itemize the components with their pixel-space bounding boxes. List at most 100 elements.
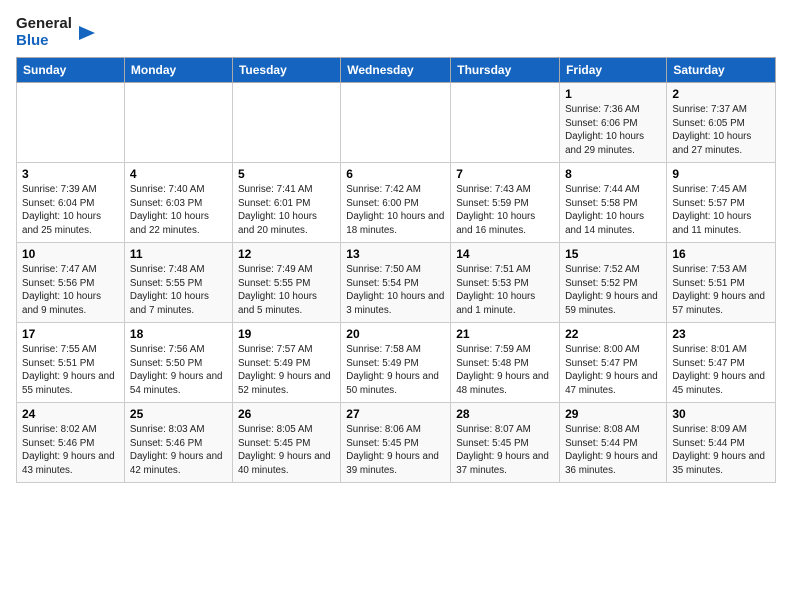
- header-monday: Monday: [124, 58, 232, 83]
- day-number: 14: [456, 247, 554, 261]
- calendar-cell: 4 Sunrise: 7:40 AMSunset: 6:03 PMDaylight…: [124, 163, 232, 243]
- header-saturday: Saturday: [667, 58, 776, 83]
- calendar-cell: [341, 83, 451, 163]
- calendar-cell: [17, 83, 125, 163]
- calendar-cell: 15 Sunrise: 7:52 AMSunset: 5:52 PMDayligh…: [560, 243, 667, 323]
- day-info: Sunrise: 7:59 AMSunset: 5:48 PMDaylight:…: [456, 343, 554, 398]
- day-info: Sunrise: 7:52 AMSunset: 5:52 PMDaylight:…: [565, 263, 661, 318]
- logo-general: General: [16, 16, 72, 33]
- day-info: Sunrise: 7:58 AMSunset: 5:49 PMDaylight:…: [346, 343, 445, 398]
- calendar-table: SundayMondayTuesdayWednesdayThursdayFrid…: [16, 57, 776, 483]
- logo: General Blue: [16, 16, 97, 49]
- day-info: Sunrise: 7:37 AMSunset: 6:05 PMDaylight:…: [672, 103, 770, 158]
- day-info: Sunrise: 8:02 AMSunset: 5:46 PMDaylight:…: [22, 423, 119, 478]
- day-info: Sunrise: 7:44 AMSunset: 5:58 PMDaylight:…: [565, 183, 661, 238]
- day-number: 16: [672, 247, 770, 261]
- day-info: Sunrise: 7:40 AMSunset: 6:03 PMDaylight:…: [130, 183, 227, 238]
- calendar-cell: 27 Sunrise: 8:06 AMSunset: 5:45 PMDayligh…: [341, 403, 451, 483]
- calendar-cell: 16 Sunrise: 7:53 AMSunset: 5:51 PMDayligh…: [667, 243, 776, 323]
- day-info: Sunrise: 8:09 AMSunset: 5:44 PMDaylight:…: [672, 423, 770, 478]
- calendar-week-2: 3 Sunrise: 7:39 AMSunset: 6:04 PMDaylight…: [17, 163, 776, 243]
- day-number: 25: [130, 407, 227, 421]
- day-number: 6: [346, 167, 445, 181]
- calendar-cell: 3 Sunrise: 7:39 AMSunset: 6:04 PMDaylight…: [17, 163, 125, 243]
- day-info: Sunrise: 7:43 AMSunset: 5:59 PMDaylight:…: [456, 183, 554, 238]
- calendar-week-5: 24 Sunrise: 8:02 AMSunset: 5:46 PMDayligh…: [17, 403, 776, 483]
- day-info: Sunrise: 8:07 AMSunset: 5:45 PMDaylight:…: [456, 423, 554, 478]
- logo-container: General Blue: [16, 16, 97, 49]
- day-number: 30: [672, 407, 770, 421]
- calendar-cell: 20 Sunrise: 7:58 AMSunset: 5:49 PMDayligh…: [341, 323, 451, 403]
- day-info: Sunrise: 7:57 AMSunset: 5:49 PMDaylight:…: [238, 343, 335, 398]
- calendar-week-1: 1Sunrise: 7:36 AMSunset: 6:06 PMDaylight…: [17, 83, 776, 163]
- calendar-cell: 30 Sunrise: 8:09 AMSunset: 5:44 PMDayligh…: [667, 403, 776, 483]
- day-number: 27: [346, 407, 445, 421]
- calendar-cell: 13 Sunrise: 7:50 AMSunset: 5:54 PMDayligh…: [341, 243, 451, 323]
- day-info: Sunrise: 7:56 AMSunset: 5:50 PMDaylight:…: [130, 343, 227, 398]
- calendar-cell: [451, 83, 560, 163]
- calendar-week-4: 17Sunrise: 7:55 AMSunset: 5:51 PMDayligh…: [17, 323, 776, 403]
- calendar-cell: 1Sunrise: 7:36 AMSunset: 6:06 PMDaylight…: [560, 83, 667, 163]
- calendar-cell: 10 Sunrise: 7:47 AMSunset: 5:56 PMDayligh…: [17, 243, 125, 323]
- calendar-cell: 6 Sunrise: 7:42 AMSunset: 6:00 PMDaylight…: [341, 163, 451, 243]
- day-number: 12: [238, 247, 335, 261]
- day-number: 22: [565, 327, 661, 341]
- calendar-week-3: 10 Sunrise: 7:47 AMSunset: 5:56 PMDayligh…: [17, 243, 776, 323]
- day-number: 8: [565, 167, 661, 181]
- day-number: 17: [22, 327, 119, 341]
- day-info: Sunrise: 8:01 AMSunset: 5:47 PMDaylight:…: [672, 343, 770, 398]
- day-number: 15: [565, 247, 661, 261]
- calendar-cell: 25Sunrise: 8:03 AMSunset: 5:46 PMDayligh…: [124, 403, 232, 483]
- calendar-cell: 8 Sunrise: 7:44 AMSunset: 5:58 PMDaylight…: [560, 163, 667, 243]
- day-info: Sunrise: 7:49 AMSunset: 5:55 PMDaylight:…: [238, 263, 335, 318]
- calendar-cell: [124, 83, 232, 163]
- calendar-cell: 19 Sunrise: 7:57 AMSunset: 5:49 PMDayligh…: [232, 323, 340, 403]
- day-number: 19: [238, 327, 335, 341]
- calendar-cell: 12 Sunrise: 7:49 AMSunset: 5:55 PMDayligh…: [232, 243, 340, 323]
- day-number: 24: [22, 407, 119, 421]
- calendar-cell: 2Sunrise: 7:37 AMSunset: 6:05 PMDaylight…: [667, 83, 776, 163]
- calendar-header-row: SundayMondayTuesdayWednesdayThursdayFrid…: [17, 58, 776, 83]
- day-number: 20: [346, 327, 445, 341]
- calendar-cell: 14 Sunrise: 7:51 AMSunset: 5:53 PMDayligh…: [451, 243, 560, 323]
- calendar-cell: 17Sunrise: 7:55 AMSunset: 5:51 PMDayligh…: [17, 323, 125, 403]
- day-info: Sunrise: 7:51 AMSunset: 5:53 PMDaylight:…: [456, 263, 554, 318]
- day-number: 18: [130, 327, 227, 341]
- day-info: Sunrise: 8:05 AMSunset: 5:45 PMDaylight:…: [238, 423, 335, 478]
- calendar-cell: [232, 83, 340, 163]
- day-number: 26: [238, 407, 335, 421]
- day-info: Sunrise: 7:47 AMSunset: 5:56 PMDaylight:…: [22, 263, 119, 318]
- day-number: 4: [130, 167, 227, 181]
- day-number: 11: [130, 247, 227, 261]
- logo-blue: Blue: [16, 33, 72, 50]
- day-info: Sunrise: 7:53 AMSunset: 5:51 PMDaylight:…: [672, 263, 770, 318]
- day-info: Sunrise: 8:06 AMSunset: 5:45 PMDaylight:…: [346, 423, 445, 478]
- day-number: 13: [346, 247, 445, 261]
- calendar-cell: 22Sunrise: 8:00 AMSunset: 5:47 PMDayligh…: [560, 323, 667, 403]
- day-number: 23: [672, 327, 770, 341]
- day-number: 21: [456, 327, 554, 341]
- calendar-cell: 5Sunrise: 7:41 AMSunset: 6:01 PMDaylight…: [232, 163, 340, 243]
- day-number: 28: [456, 407, 554, 421]
- day-number: 10: [22, 247, 119, 261]
- day-number: 3: [22, 167, 119, 181]
- calendar-cell: 9Sunrise: 7:45 AMSunset: 5:57 PMDaylight…: [667, 163, 776, 243]
- calendar-cell: 23 Sunrise: 8:01 AMSunset: 5:47 PMDayligh…: [667, 323, 776, 403]
- page-header: General Blue: [16, 16, 776, 49]
- calendar-cell: 7 Sunrise: 7:43 AMSunset: 5:59 PMDaylight…: [451, 163, 560, 243]
- header-thursday: Thursday: [451, 58, 560, 83]
- logo-arrow-icon: [75, 22, 97, 44]
- calendar-cell: 18 Sunrise: 7:56 AMSunset: 5:50 PMDayligh…: [124, 323, 232, 403]
- day-info: Sunrise: 7:42 AMSunset: 6:00 PMDaylight:…: [346, 183, 445, 238]
- calendar-cell: 26 Sunrise: 8:05 AMSunset: 5:45 PMDayligh…: [232, 403, 340, 483]
- day-info: Sunrise: 7:39 AMSunset: 6:04 PMDaylight:…: [22, 183, 119, 238]
- calendar-cell: 29Sunrise: 8:08 AMSunset: 5:44 PMDayligh…: [560, 403, 667, 483]
- day-number: 1: [565, 87, 661, 101]
- day-number: 7: [456, 167, 554, 181]
- header-sunday: Sunday: [17, 58, 125, 83]
- day-number: 5: [238, 167, 335, 181]
- header-friday: Friday: [560, 58, 667, 83]
- day-info: Sunrise: 7:48 AMSunset: 5:55 PMDaylight:…: [130, 263, 227, 318]
- day-info: Sunrise: 7:50 AMSunset: 5:54 PMDaylight:…: [346, 263, 445, 318]
- day-number: 9: [672, 167, 770, 181]
